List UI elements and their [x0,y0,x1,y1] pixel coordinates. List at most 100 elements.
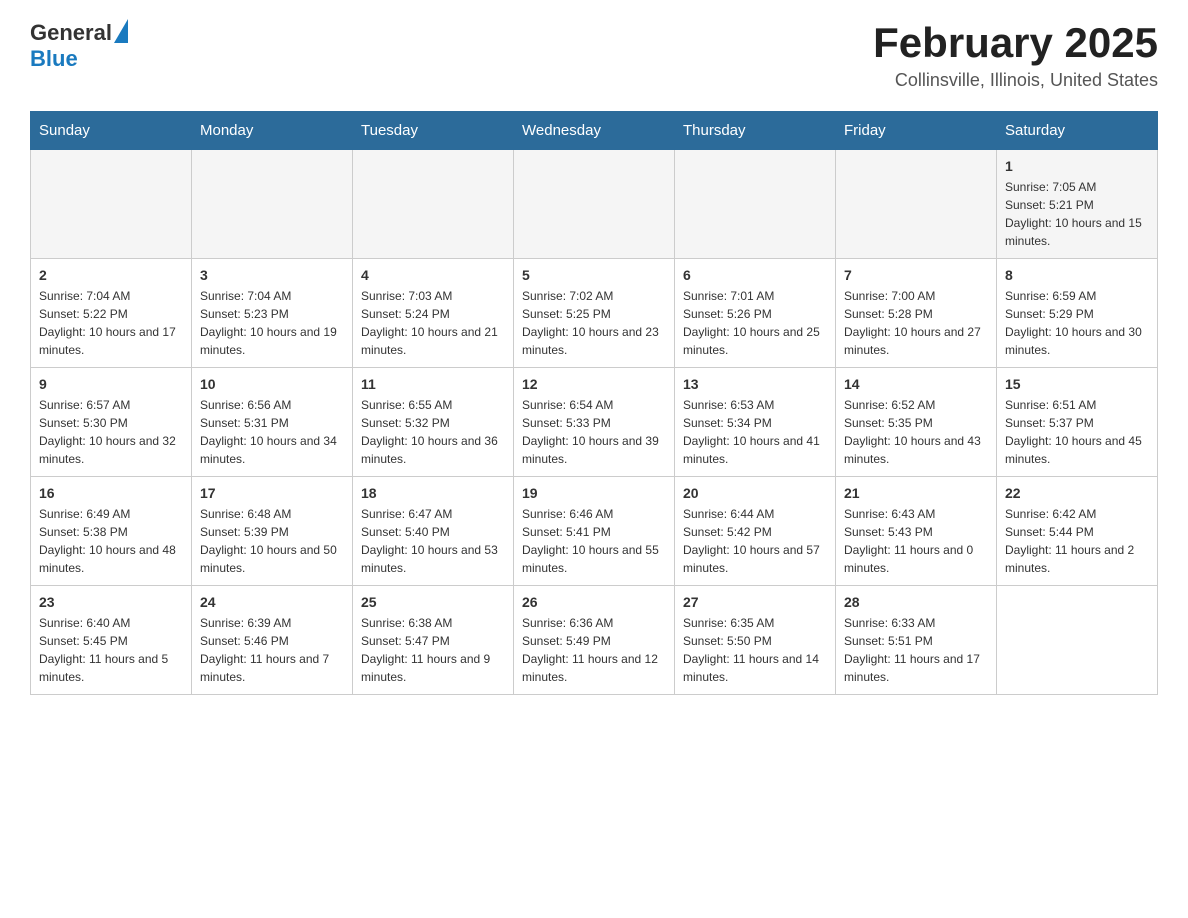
day-info: Sunrise: 6:36 AM Sunset: 5:49 PM Dayligh… [522,614,666,686]
day-number: 13 [683,376,827,392]
weekday-header-sunday: Sunday [31,112,192,150]
calendar-cell: 24 Sunrise: 6:39 AM Sunset: 5:46 PM Dayli… [192,586,353,695]
day-number: 4 [361,267,505,283]
day-info: Sunrise: 6:33 AM Sunset: 5:51 PM Dayligh… [844,614,988,686]
calendar-cell: 13 Sunrise: 6:53 AM Sunset: 5:34 PM Dayli… [675,368,836,477]
day-info: Sunrise: 6:44 AM Sunset: 5:42 PM Dayligh… [683,505,827,577]
day-number: 26 [522,594,666,610]
logo-blue-text: Blue [30,46,78,72]
day-info: Sunrise: 6:57 AM Sunset: 5:30 PM Dayligh… [39,396,183,468]
calendar-cell [997,586,1158,695]
calendar-cell: 19 Sunrise: 6:46 AM Sunset: 5:41 PM Dayli… [514,477,675,586]
day-number: 18 [361,485,505,501]
calendar-cell: 27 Sunrise: 6:35 AM Sunset: 5:50 PM Dayli… [675,586,836,695]
calendar-cell: 21 Sunrise: 6:43 AM Sunset: 5:43 PM Dayli… [836,477,997,586]
day-info: Sunrise: 7:02 AM Sunset: 5:25 PM Dayligh… [522,287,666,359]
calendar-table: SundayMondayTuesdayWednesdayThursdayFrid… [30,111,1158,695]
month-title: February 2025 [873,20,1158,66]
calendar-week-row: 1Sunrise: 7:05 AM Sunset: 5:21 PM Daylig… [31,150,1158,259]
weekday-header-monday: Monday [192,112,353,150]
calendar-week-row: 9 Sunrise: 6:57 AM Sunset: 5:30 PM Daylig… [31,368,1158,477]
day-info: Sunrise: 7:04 AM Sunset: 5:23 PM Dayligh… [200,287,344,359]
location-title: Collinsville, Illinois, United States [873,70,1158,91]
calendar-cell: 6 Sunrise: 7:01 AM Sunset: 5:26 PM Daylig… [675,259,836,368]
day-info: Sunrise: 6:47 AM Sunset: 5:40 PM Dayligh… [361,505,505,577]
logo-icon: General Blue [30,20,128,72]
day-info: Sunrise: 6:54 AM Sunset: 5:33 PM Dayligh… [522,396,666,468]
day-info: Sunrise: 6:59 AM Sunset: 5:29 PM Dayligh… [1005,287,1149,359]
day-number: 5 [522,267,666,283]
day-info: Sunrise: 6:56 AM Sunset: 5:31 PM Dayligh… [200,396,344,468]
calendar-cell: 18 Sunrise: 6:47 AM Sunset: 5:40 PM Dayli… [353,477,514,586]
day-number: 23 [39,594,183,610]
day-info: Sunrise: 6:40 AM Sunset: 5:45 PM Dayligh… [39,614,183,686]
day-number: 25 [361,594,505,610]
day-number: 3 [200,267,344,283]
day-info: Sunrise: 7:01 AM Sunset: 5:26 PM Dayligh… [683,287,827,359]
day-number: 19 [522,485,666,501]
calendar-week-row: 23 Sunrise: 6:40 AM Sunset: 5:45 PM Dayli… [31,586,1158,695]
weekday-header-thursday: Thursday [675,112,836,150]
calendar-cell: 14Sunrise: 6:52 AM Sunset: 5:35 PM Dayli… [836,368,997,477]
day-info: Sunrise: 6:39 AM Sunset: 5:46 PM Dayligh… [200,614,344,686]
day-number: 20 [683,485,827,501]
calendar-cell: 1Sunrise: 7:05 AM Sunset: 5:21 PM Daylig… [997,150,1158,259]
calendar-cell: 15 Sunrise: 6:51 AM Sunset: 5:37 PM Dayli… [997,368,1158,477]
calendar-cell: 11 Sunrise: 6:55 AM Sunset: 5:32 PM Dayli… [353,368,514,477]
logo-triangle-icon [114,19,128,43]
day-number: 9 [39,376,183,392]
day-number: 27 [683,594,827,610]
day-number: 17 [200,485,344,501]
day-number: 14 [844,376,988,392]
weekday-header-wednesday: Wednesday [514,112,675,150]
calendar-cell: 23 Sunrise: 6:40 AM Sunset: 5:45 PM Dayli… [31,586,192,695]
calendar-cell: 22 Sunrise: 6:42 AM Sunset: 5:44 PM Dayli… [997,477,1158,586]
day-info: Sunrise: 6:38 AM Sunset: 5:47 PM Dayligh… [361,614,505,686]
day-number: 15 [1005,376,1149,392]
day-number: 21 [844,485,988,501]
day-number: 11 [361,376,505,392]
calendar-cell: 7Sunrise: 7:00 AM Sunset: 5:28 PM Daylig… [836,259,997,368]
day-info: Sunrise: 7:00 AM Sunset: 5:28 PM Dayligh… [844,287,988,359]
calendar-cell [836,150,997,259]
day-number: 10 [200,376,344,392]
calendar-cell: 8 Sunrise: 6:59 AM Sunset: 5:29 PM Daylig… [997,259,1158,368]
calendar-cell [192,150,353,259]
calendar-cell: 20 Sunrise: 6:44 AM Sunset: 5:42 PM Dayli… [675,477,836,586]
day-info: Sunrise: 6:55 AM Sunset: 5:32 PM Dayligh… [361,396,505,468]
day-number: 16 [39,485,183,501]
day-number: 22 [1005,485,1149,501]
calendar-cell: 17Sunrise: 6:48 AM Sunset: 5:39 PM Dayli… [192,477,353,586]
logo-general-text: General [30,20,112,46]
day-info: Sunrise: 6:51 AM Sunset: 5:37 PM Dayligh… [1005,396,1149,468]
day-number: 24 [200,594,344,610]
day-info: Sunrise: 6:46 AM Sunset: 5:41 PM Dayligh… [522,505,666,577]
day-number: 12 [522,376,666,392]
day-info: Sunrise: 6:43 AM Sunset: 5:43 PM Dayligh… [844,505,988,577]
weekday-header-tuesday: Tuesday [353,112,514,150]
day-info: Sunrise: 6:49 AM Sunset: 5:38 PM Dayligh… [39,505,183,577]
calendar-cell [675,150,836,259]
page-header: General Blue February 2025 Collinsville,… [30,20,1158,91]
calendar-cell: 26 Sunrise: 6:36 AM Sunset: 5:49 PM Dayli… [514,586,675,695]
day-info: Sunrise: 6:42 AM Sunset: 5:44 PM Dayligh… [1005,505,1149,577]
calendar-cell: 2Sunrise: 7:04 AM Sunset: 5:22 PM Daylig… [31,259,192,368]
title-block: February 2025 Collinsville, Illinois, Un… [873,20,1158,91]
day-number: 6 [683,267,827,283]
day-info: Sunrise: 6:53 AM Sunset: 5:34 PM Dayligh… [683,396,827,468]
weekday-header-friday: Friday [836,112,997,150]
day-info: Sunrise: 6:35 AM Sunset: 5:50 PM Dayligh… [683,614,827,686]
calendar-cell: 28Sunrise: 6:33 AM Sunset: 5:51 PM Dayli… [836,586,997,695]
calendar-cell: 5 Sunrise: 7:02 AM Sunset: 5:25 PM Daylig… [514,259,675,368]
calendar-week-row: 16 Sunrise: 6:49 AM Sunset: 5:38 PM Dayli… [31,477,1158,586]
day-number: 8 [1005,267,1149,283]
calendar-week-row: 2Sunrise: 7:04 AM Sunset: 5:22 PM Daylig… [31,259,1158,368]
logo: General Blue [30,20,128,72]
calendar-cell: 12 Sunrise: 6:54 AM Sunset: 5:33 PM Dayli… [514,368,675,477]
calendar-cell [353,150,514,259]
calendar-cell [514,150,675,259]
day-info: Sunrise: 7:03 AM Sunset: 5:24 PM Dayligh… [361,287,505,359]
calendar-cell [31,150,192,259]
weekday-header-saturday: Saturday [997,112,1158,150]
day-number: 1 [1005,158,1149,174]
